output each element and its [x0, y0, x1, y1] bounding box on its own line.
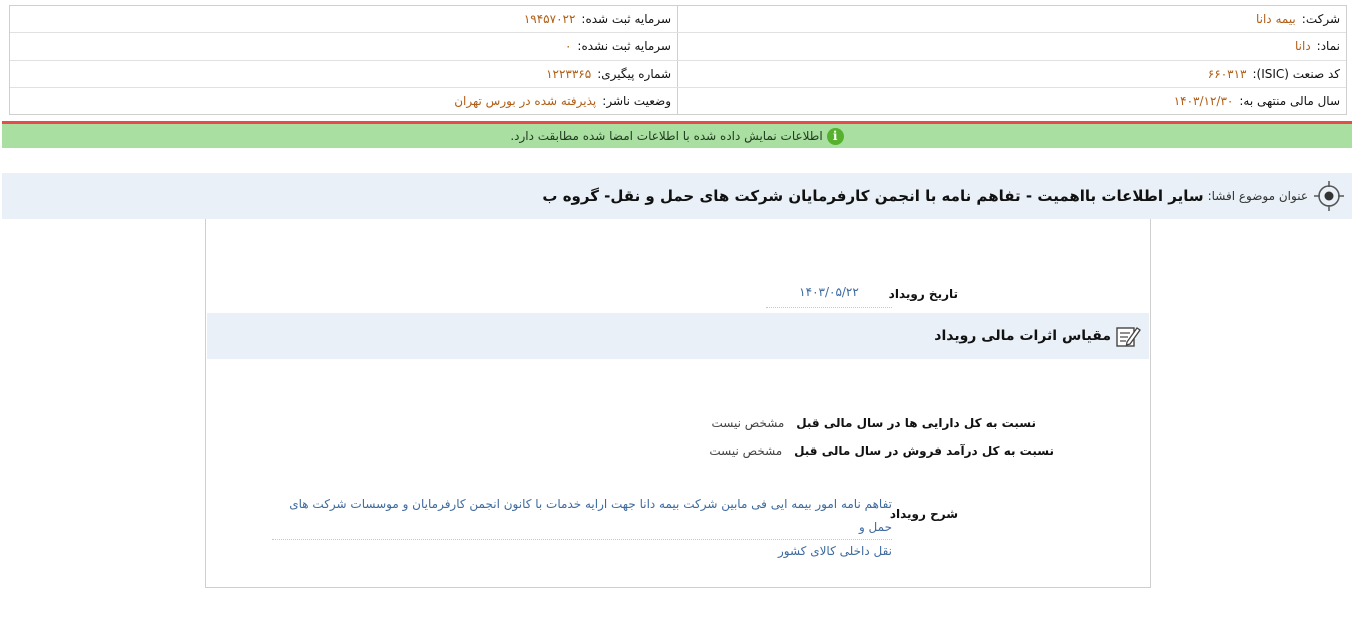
info-row: نماد: دانا سرمایه ثبت نشده: ۰ [10, 33, 1346, 61]
info-row: شرکت: بیمه دانا سرمایه ثبت شده: ۱۹۴۵۷۰۲۲ [10, 6, 1346, 34]
company-name-label: شرکت: [1301, 12, 1340, 27]
assets-ratio-value: مشخص نیست [711, 416, 785, 430]
assets-ratio-row: نسبت به کل دارایی ها در سال مالی قبل مشخ… [712, 416, 1036, 430]
tracking-label: شماره پیگیری: [597, 66, 671, 81]
target-icon [1314, 181, 1344, 211]
isic-value: ۶۶۰۳۱۳ [1207, 66, 1247, 81]
registered-capital-label: سرمایه ثبت شده: [581, 12, 671, 27]
symbol-cell: نماد: دانا [677, 33, 1346, 60]
revenue-ratio-row: نسبت به کل درآمد فروش در سال مالی قبل مش… [709, 444, 1054, 458]
unregistered-capital-cell: سرمایه ثبت نشده: ۰ [10, 33, 677, 59]
disclosure-title-bar: عنوان موضوع افشا: سایر اطلاعات بااهمیت -… [2, 173, 1352, 219]
event-description-line: تفاهم نامه امور بیمه ایی فی مابین شرکت ب… [272, 493, 892, 540]
symbol-label: نماد: [1316, 39, 1340, 54]
fiscal-year-cell: سال مالی منتهی به: ۱۴۰۳/۱۲/۳۰ [677, 87, 1346, 114]
revenue-ratio-label: نسبت به کل درآمد فروش در سال مالی قبل [794, 444, 1054, 458]
isic-label: کد صنعت (ISIC): [1252, 66, 1340, 81]
event-date-label-wrap: تاریخ رویداد [889, 287, 958, 301]
registered-capital-value: ۱۹۴۵۷۰۲۲ [523, 12, 576, 27]
subject-title: سایر اطلاعات بااهمیت - تفاهم نامه با انج… [542, 187, 1204, 205]
tracking-cell: شماره پیگیری: ۱۲۲۳۳۶۵ [10, 61, 677, 87]
event-date-value: ۱۴۰۳/۰۵/۲۲ [799, 285, 859, 299]
verification-notice: i اطلاعات نمایش داده شده با اطلاعات امضا… [2, 124, 1352, 148]
event-description-label: شرح رویداد [889, 507, 958, 521]
publisher-status-value: پذیرفته شده در بورس تهران [454, 93, 597, 108]
unregistered-capital-value: ۰ [564, 39, 572, 54]
revenue-ratio-value: مشخص نیست [709, 444, 783, 458]
tracking-value: ۱۲۲۳۳۶۵ [546, 66, 592, 81]
event-date-label: تاریخ رویداد [888, 287, 958, 301]
notice-text: اطلاعات نمایش داده شده با اطلاعات امضا ش… [510, 129, 823, 143]
publisher-status-label: وضعیت ناشر: [602, 93, 671, 108]
event-description-value: تفاهم نامه امور بیمه ایی فی مابین شرکت ب… [272, 493, 892, 563]
event-description-line: نقل داخلی کالای کشور [777, 544, 892, 558]
event-date-value-wrap: ۱۴۰۳/۰۵/۲۲ [766, 285, 892, 308]
section-title: مقیاس اثرات مالی رویداد [934, 328, 1111, 344]
fiscal-year-label: سال مالی منتهی به: [1239, 93, 1340, 108]
edit-document-icon [1116, 327, 1141, 347]
fiscal-year-value: ۱۴۰۳/۱۲/۳۰ [1173, 93, 1234, 108]
company-info-table: شرکت: بیمه دانا سرمایه ثبت شده: ۱۹۴۵۷۰۲۲… [9, 5, 1347, 115]
company-name-value[interactable]: بیمه دانا [1256, 12, 1296, 26]
assets-ratio-label: نسبت به کل دارایی ها در سال مالی قبل [796, 416, 1036, 430]
registered-capital-cell: سرمایه ثبت شده: ۱۹۴۵۷۰۲۲ [10, 6, 677, 32]
subject-label: عنوان موضوع افشا: [1207, 189, 1308, 203]
publisher-status-cell: وضعیت ناشر: پذیرفته شده در بورس تهران [10, 88, 677, 114]
unregistered-capital-label: سرمایه ثبت نشده: [577, 39, 671, 54]
event-content-panel: تاریخ رویداد ۱۴۰۳/۰۵/۲۲ مقیاس اثرات مالی… [205, 219, 1151, 588]
event-description-label-wrap: شرح رویداد [890, 507, 958, 521]
info-row: کد صنعت (ISIC): ۶۶۰۳۱۳ شماره پیگیری: ۱۲۲… [10, 60, 1346, 88]
company-name-cell: شرکت: بیمه دانا [677, 6, 1346, 33]
symbol-value[interactable]: دانا [1295, 39, 1311, 53]
info-row: سال مالی منتهی به: ۱۴۰۳/۱۲/۳۰ وضعیت ناشر… [10, 87, 1346, 114]
isic-cell: کد صنعت (ISIC): ۶۶۰۳۱۳ [677, 60, 1346, 87]
info-icon: i [826, 127, 844, 145]
financial-effects-section-bar: مقیاس اثرات مالی رویداد [207, 313, 1149, 359]
